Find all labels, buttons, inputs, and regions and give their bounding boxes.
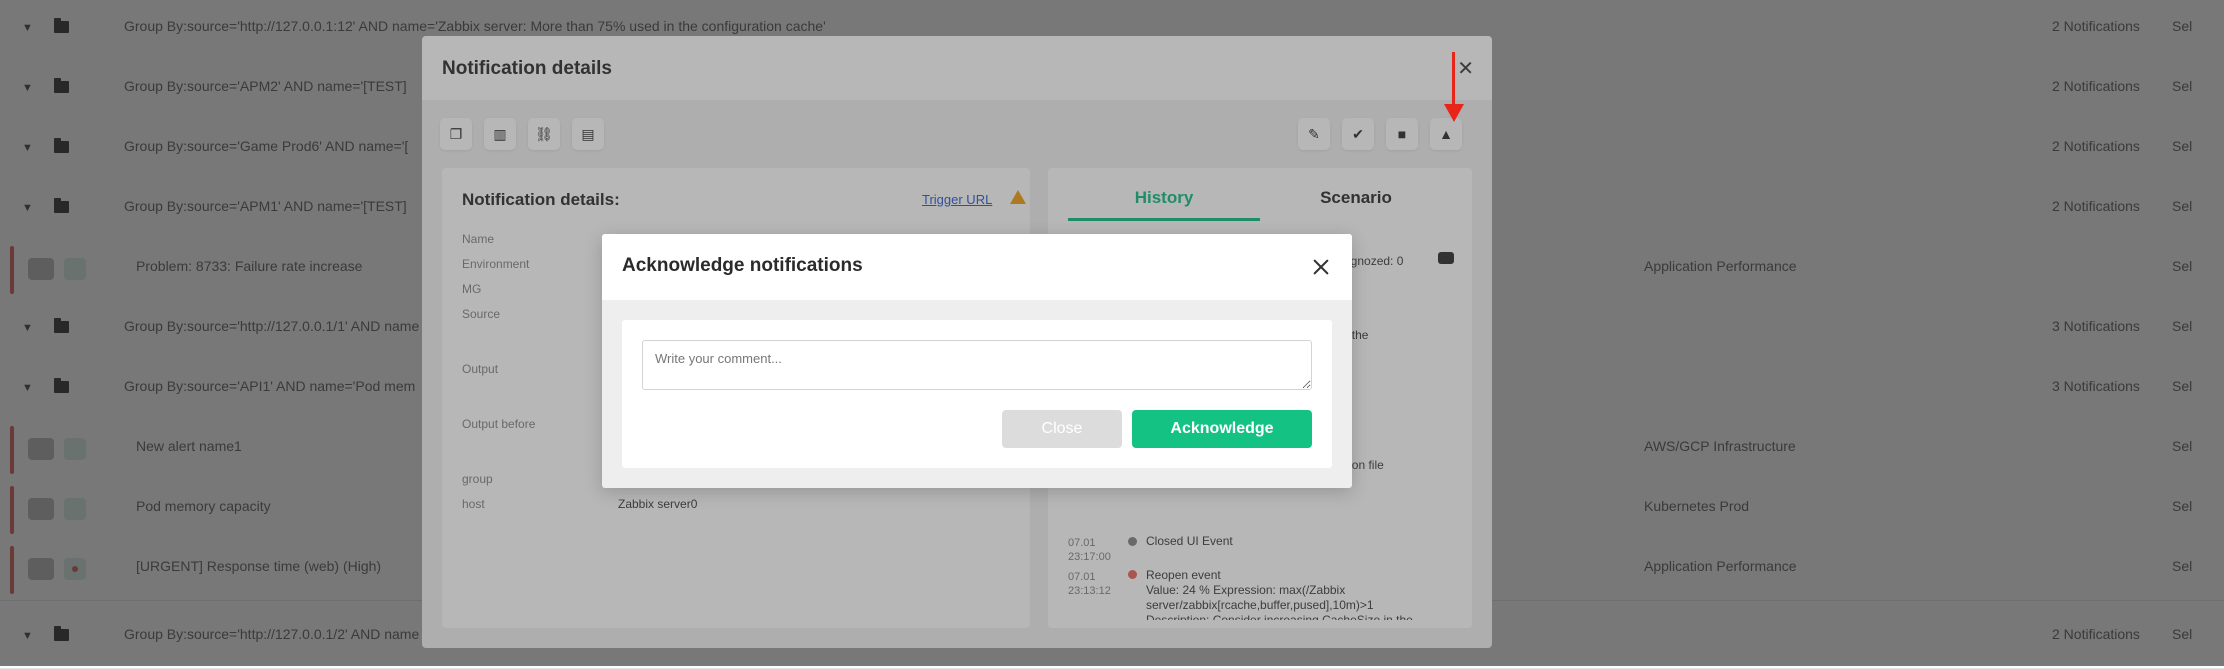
acknowledge-modal: Acknowledge notifications Close Acknowle… — [602, 234, 1352, 488]
acknowledge-modal-title: Acknowledge notifications — [622, 255, 863, 276]
annotation-arrow-head — [1444, 104, 1464, 122]
annotation-arrow — [1452, 52, 1455, 112]
close-icon[interactable] — [1308, 254, 1334, 280]
acknowledge-form: Close Acknowledge — [622, 320, 1332, 468]
close-button[interactable]: Close — [1002, 410, 1122, 448]
acknowledge-modal-header: Acknowledge notifications — [602, 234, 1352, 300]
acknowledge-button[interactable]: Acknowledge — [1132, 410, 1312, 448]
comment-textarea[interactable] — [642, 340, 1312, 390]
